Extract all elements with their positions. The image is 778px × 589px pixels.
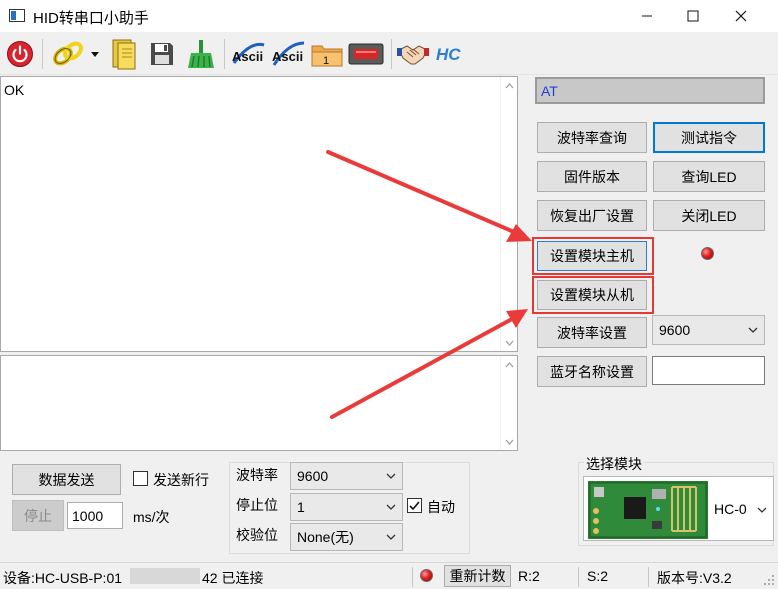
status-separator: [648, 567, 649, 587]
device-status-prefix: 设备:HC-USB-P:01: [3, 570, 123, 586]
version-label: 版本号:V3.2: [657, 570, 732, 586]
status-separator: [578, 567, 579, 587]
arrow-to-master: [326, 150, 532, 242]
interval-value: 1000: [72, 507, 104, 524]
checkmark-icon: [409, 501, 420, 511]
newline-checkbox[interactable]: [133, 471, 148, 486]
device-status-suffix: 42 已连接: [202, 570, 264, 586]
status-separator: [412, 567, 413, 587]
parity-label: 校验位: [236, 527, 278, 543]
interval-unit: ms/次: [133, 509, 170, 525]
parity-select[interactable]: None(无): [290, 523, 403, 551]
interval-input[interactable]: 1000: [67, 502, 123, 529]
baud-select[interactable]: 9600: [290, 462, 403, 490]
baud-value: 9600: [297, 468, 329, 484]
status-bar: 设备:HC-USB-P:01 42 已连接 重新计数 R:2 S:2 版本号:V…: [0, 562, 778, 589]
redacted-device-id: [130, 568, 200, 584]
module-select[interactable]: HC-0: [583, 476, 774, 541]
newline-label: 发送新行: [153, 472, 209, 488]
chevron-down-icon: [386, 473, 396, 479]
chevron-down-icon: [757, 507, 767, 513]
module-selected-value: HC-0: [714, 501, 747, 517]
module-board-icon: [588, 481, 708, 539]
stop-bit-label: 停止位: [236, 497, 278, 513]
chevron-down-icon: [386, 504, 396, 510]
stop-bit-select[interactable]: 1: [290, 493, 403, 521]
parity-value: None(无): [297, 529, 354, 545]
stop-bit-value: 1: [297, 499, 305, 515]
arrow-to-slave: [330, 309, 528, 419]
chevron-down-icon: [386, 534, 396, 540]
status-led: [420, 569, 433, 582]
auto-label: 自动: [427, 499, 455, 515]
tx-count: S:2: [587, 568, 609, 584]
reset-count-button[interactable]: 重新计数: [444, 565, 511, 587]
resize-grip-icon[interactable]: [763, 574, 775, 586]
auto-checkbox[interactable]: [407, 498, 422, 513]
module-group-label: 选择模块: [584, 454, 644, 474]
rx-count: R:2: [518, 568, 540, 584]
stop-button[interactable]: 停止: [12, 500, 64, 531]
baud-label: 波特率: [236, 467, 278, 483]
send-data-button[interactable]: 数据发送: [12, 464, 121, 495]
